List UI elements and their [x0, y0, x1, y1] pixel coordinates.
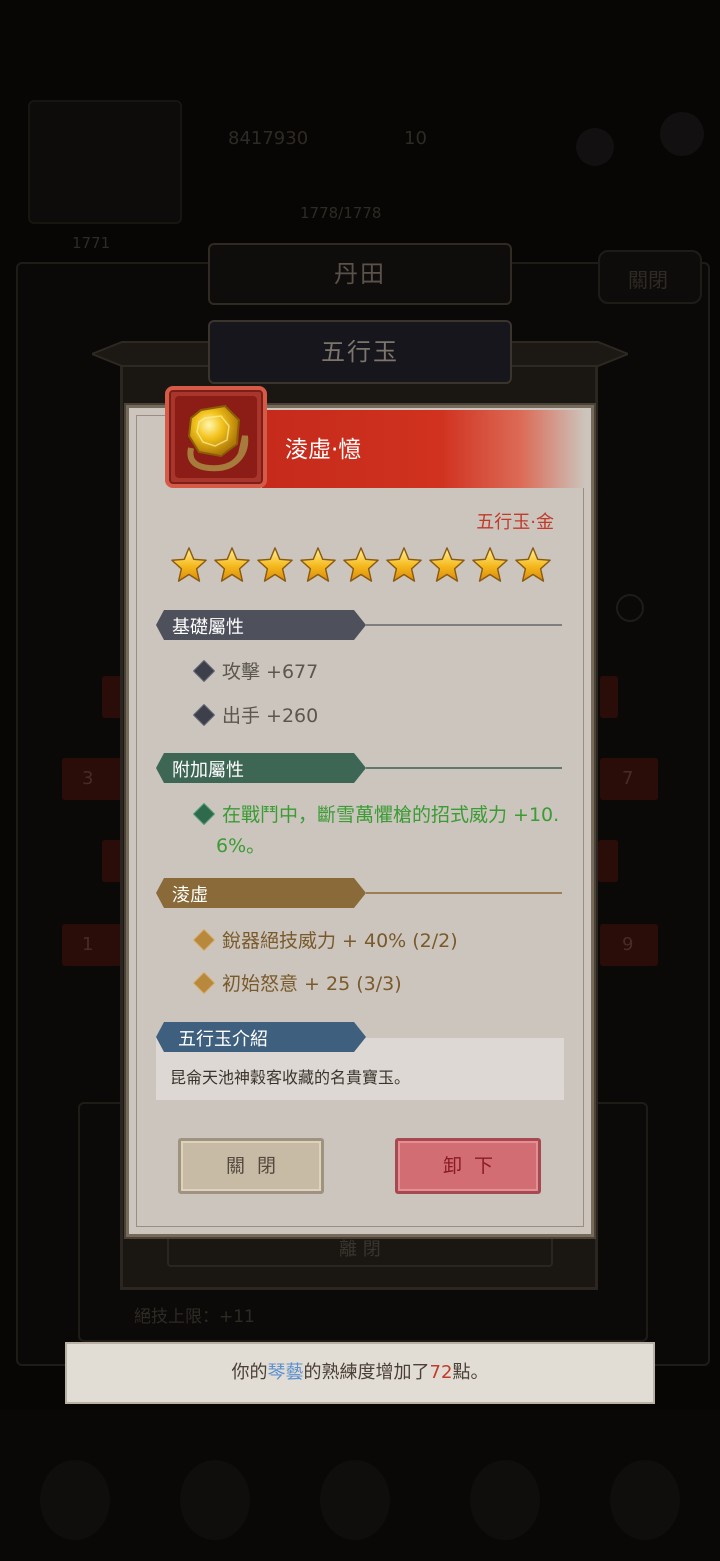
bottom-nav-bar	[0, 1410, 720, 1561]
section-title: 基礎屬性	[172, 617, 244, 638]
star-icon	[514, 545, 552, 585]
row-number: 3	[82, 768, 94, 789]
attribute-row: 攻擊 +677	[192, 657, 318, 684]
set-bonus-header: 淩虛	[156, 878, 564, 908]
nav-icon	[610, 1460, 680, 1540]
row-number: 1	[82, 934, 94, 955]
proficiency-amount: 72	[429, 1362, 453, 1383]
star-rating	[170, 545, 552, 587]
set-bonus-row: 銳器絕技威力 + 40% (2/2)	[192, 926, 458, 953]
gear-icon	[660, 112, 704, 156]
tab-wuxing-jade: 五行玉	[208, 320, 512, 384]
nav-icon	[470, 1460, 540, 1540]
chat-icon	[576, 128, 614, 166]
section-title: 五行玉介紹	[178, 1029, 268, 1050]
silver-currency: 8417930	[228, 128, 309, 149]
limit-text: 絕技上限：+11	[134, 1307, 255, 1327]
row-number: 7	[622, 768, 634, 789]
star-icon	[342, 545, 380, 585]
row-number: 9	[622, 934, 634, 955]
star-icon	[299, 545, 337, 585]
nav-icon	[320, 1460, 390, 1540]
star-icon	[256, 545, 294, 585]
player-portrait	[28, 100, 182, 224]
background-close-button: 關閉	[598, 250, 702, 304]
item-name: 淩虛·憶	[285, 437, 362, 463]
attribute-row: 出手 +260	[192, 701, 318, 728]
set-bonus-row: 初始怒意 + 25 (3/3)	[192, 969, 402, 996]
star-icon	[170, 545, 208, 585]
jade-icon	[175, 396, 257, 478]
tab-dantian: 丹田	[208, 243, 512, 305]
star-icon	[385, 545, 423, 585]
extra-attribute-text: 在戰鬥中，斷雪萬懼槍的招式威力 +10. 6%。	[192, 800, 559, 858]
info-icon	[616, 594, 644, 622]
extra-attributes-header: 附加屬性	[156, 753, 564, 783]
proficiency-toast: 你的琴藝的熟練度增加了72點。	[65, 1342, 655, 1404]
diamond-icon	[192, 971, 216, 995]
star-icon	[428, 545, 466, 585]
diamond-icon	[192, 703, 216, 727]
diamond-icon	[192, 802, 216, 826]
star-icon	[213, 545, 251, 585]
diamond-icon	[192, 928, 216, 952]
section-title: 淩虛	[172, 885, 208, 906]
star-icon	[471, 545, 509, 585]
base-attributes-header: 基礎屬性	[156, 610, 564, 640]
gold-currency: 10	[404, 128, 427, 149]
nav-icon	[180, 1460, 250, 1540]
introduction-text: 昆侖天池神穀客收藏的名貴寶玉。	[170, 1068, 411, 1087]
item-type: 五行玉·金	[476, 512, 554, 533]
nav-icon	[40, 1460, 110, 1540]
introduction-header: 五行玉介紹	[156, 1022, 368, 1052]
level-readout: 1771	[72, 234, 111, 252]
item-icon-frame	[165, 386, 267, 488]
section-title: 附加屬性	[172, 760, 244, 781]
skill-name: 琴藝	[267, 1362, 304, 1383]
close-button[interactable]: 關閉	[178, 1138, 324, 1194]
experience-readout: 1778/1778	[300, 204, 382, 222]
diamond-icon	[192, 659, 216, 683]
unequip-button[interactable]: 卸下	[395, 1138, 541, 1194]
